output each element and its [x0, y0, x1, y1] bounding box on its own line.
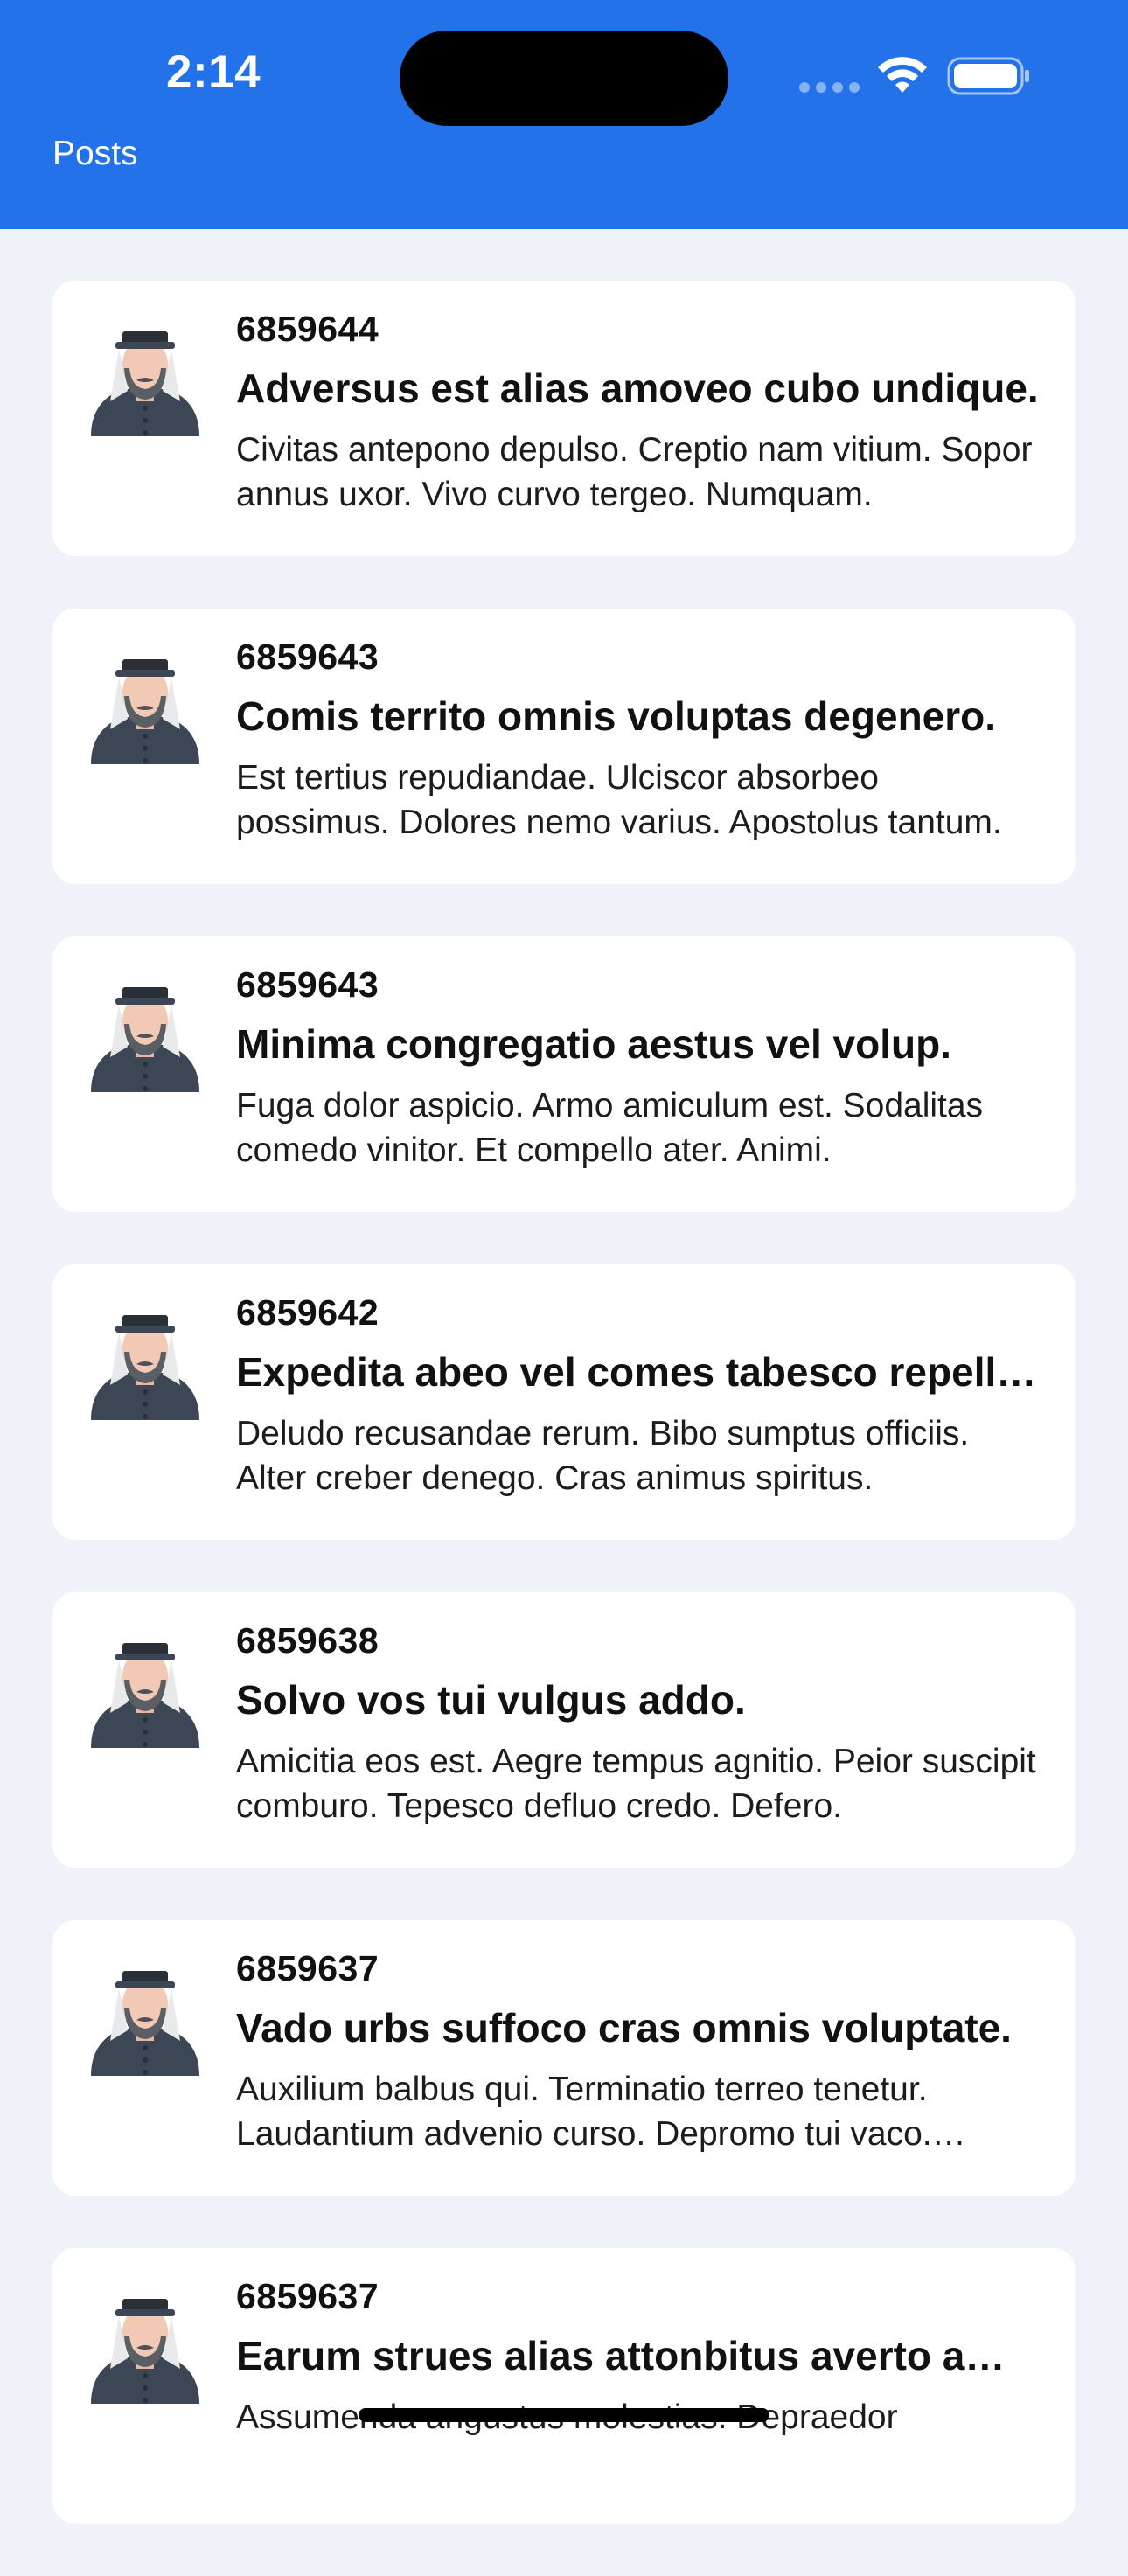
- dynamic-island: [400, 31, 728, 126]
- post-title: Minima congregatio aestus vel volup.: [236, 1021, 951, 1067]
- post-card[interactable]: 6859643 Comis territo omnis voluptas deg…: [52, 609, 1076, 884]
- post-card[interactable]: 6859637 Earum strues alias attonbitus av…: [52, 2248, 1076, 2524]
- post-list[interactable]: 6859644 Adversus est alias amoveo cubo u…: [52, 281, 1076, 2576]
- post-title: Vado urbs suffoco cras omnis voluptate.: [236, 2005, 1012, 2050]
- post-title: Adversus est alias amoveo cubo undique.: [236, 366, 1039, 411]
- post-body: Auxilium balbus qui. Terminatio terreo t…: [236, 2071, 932, 2153]
- post-id: 6859637: [236, 2276, 379, 2316]
- avatar-icon: [91, 1643, 199, 1748]
- wifi-icon: [878, 57, 927, 93]
- avatar-icon: [91, 659, 199, 764]
- avatar-icon: [91, 1315, 199, 1420]
- app-header: 2:14 Posts: [0, 0, 1128, 229]
- home-indicator[interactable]: [359, 2408, 769, 2422]
- post-title: Earum strues alias attonbitus averto ame…: [236, 2333, 1041, 2378]
- avatar-icon: [91, 2299, 199, 2404]
- post-id: 6859643: [236, 637, 379, 677]
- post-body: Civitas antepono depulso. Creptio nam vi…: [236, 431, 1033, 513]
- post-card[interactable]: 6859643 Minima congregatio aestus vel vo…: [52, 936, 1076, 1212]
- post-id: 6859637: [236, 1948, 379, 1988]
- post-body: Est tertius repudiandae. Ulciscor absorb…: [236, 759, 1002, 841]
- cellular-signal-icon: [799, 82, 860, 93]
- battery-icon: [947, 57, 1029, 95]
- post-id: 6859638: [236, 1620, 379, 1660]
- post-title: Solvo vos tui vulgus addo.: [236, 1677, 746, 1723]
- page-title: Posts: [52, 135, 138, 172]
- post-body: Fuga dolor aspicio. Armo amiculum est. S…: [236, 1087, 984, 1169]
- post-card[interactable]: 6859642 Expedita abeo vel comes tabesco …: [52, 1264, 1076, 1540]
- post-id: 6859643: [236, 964, 379, 1005]
- post-id: 6859644: [236, 309, 379, 349]
- post-body: Amicitia eos est. Aegre tempus agnitio. …: [236, 1743, 1036, 1825]
- post-card[interactable]: 6859644 Adversus est alias amoveo cubo u…: [52, 281, 1076, 556]
- post-card[interactable]: 6859637 Vado urbs suffoco cras omnis vol…: [52, 1920, 1076, 2196]
- avatar-icon: [91, 987, 199, 1092]
- avatar-icon: [91, 331, 199, 436]
- avatar-icon: [91, 1971, 199, 2076]
- post-card[interactable]: 6859638 Solvo vos tui vulgus addo. Amici…: [52, 1592, 1076, 1868]
- status-time: 2:14: [166, 46, 261, 98]
- post-title: Expedita abeo vel comes tabesco repellat…: [236, 1349, 1041, 1395]
- post-id: 6859642: [236, 1292, 379, 1333]
- post-body: Deludo recusandae rerum. Bibo sumptus of…: [236, 1415, 970, 1497]
- post-title: Comis territo omnis voluptas degenero.: [236, 693, 997, 739]
